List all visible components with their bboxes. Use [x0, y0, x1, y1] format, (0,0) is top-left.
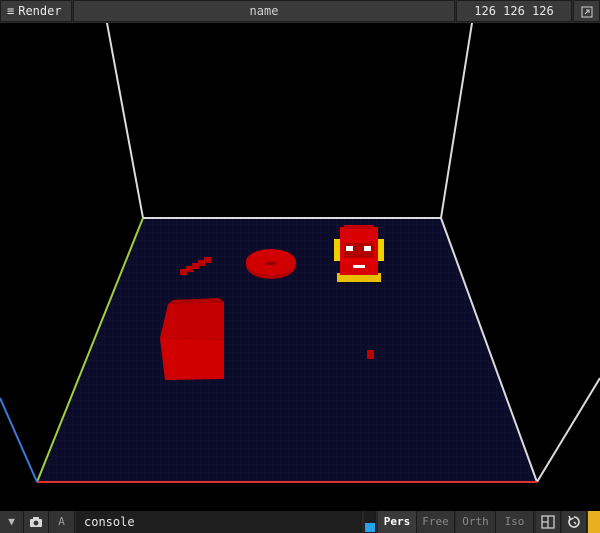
scene-canvas	[0, 22, 600, 483]
bottom-bar: ▼ A console Pers Free Orth Iso	[0, 511, 600, 533]
secondary-color-swatch[interactable]	[588, 511, 600, 533]
reset-view-button[interactable]	[562, 511, 587, 533]
mode-orth[interactable]: Orth	[456, 511, 496, 533]
render-button[interactable]: ≡ Render	[0, 0, 72, 22]
menu-icon: ≡	[7, 4, 15, 18]
voxel-disc	[246, 249, 296, 279]
render-label: Render	[18, 4, 62, 18]
mode-free[interactable]: Free	[417, 511, 455, 533]
triangle-down-icon: ▼	[8, 515, 15, 528]
mode-pers[interactable]: Pers	[378, 511, 417, 533]
camera-button[interactable]	[24, 511, 49, 533]
expand-icon	[581, 6, 592, 17]
name-field[interactable]: name	[73, 0, 455, 22]
voxel-single	[367, 350, 374, 359]
voxel-character	[334, 225, 384, 282]
camera-icon	[30, 517, 42, 527]
reset-view-icon	[568, 515, 580, 528]
size-field[interactable]: 126 126 126	[456, 0, 572, 22]
expand-button[interactable]	[573, 0, 600, 22]
console-input[interactable]: console	[76, 511, 362, 533]
layout-button[interactable]	[536, 511, 561, 533]
top-bar: ≡ Render name 126 126 126	[0, 0, 600, 23]
viewport-3d[interactable]	[0, 22, 600, 511]
axis-y-line	[0, 397, 38, 483]
mode-iso[interactable]: Iso	[496, 511, 534, 533]
layout-icon	[541, 515, 555, 529]
dropdown-button[interactable]: ▼	[0, 511, 24, 533]
primary-color-swatch[interactable]	[364, 511, 376, 533]
voxel-cube	[160, 298, 224, 380]
a-button[interactable]: A	[49, 511, 75, 533]
